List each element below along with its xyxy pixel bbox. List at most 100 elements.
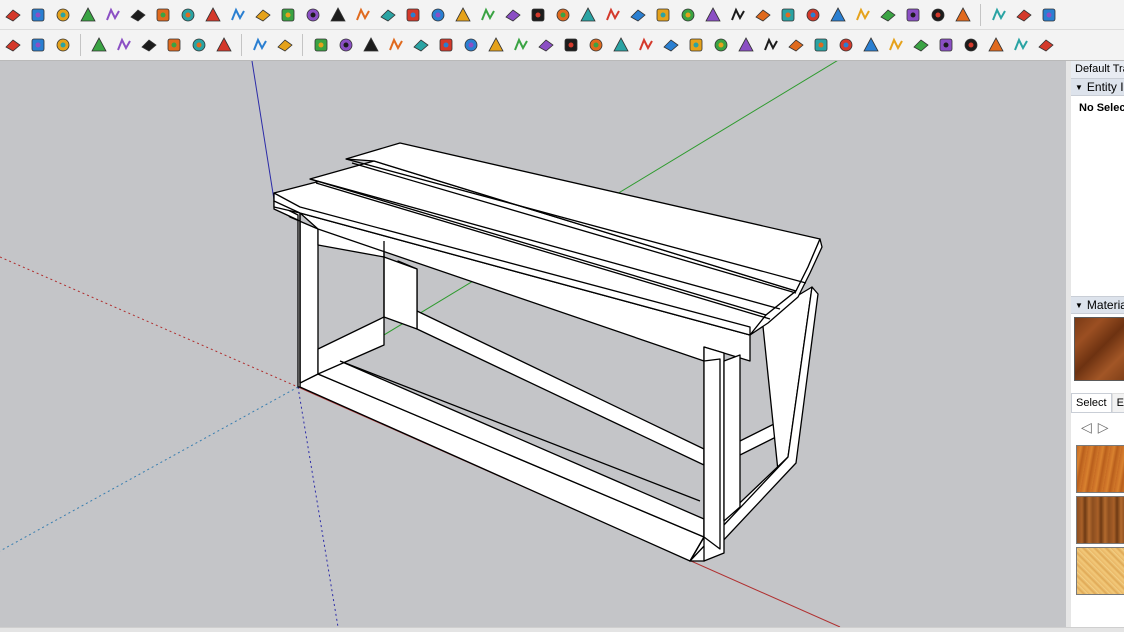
swap-icon[interactable] <box>2 34 24 56</box>
chain-icon[interactable] <box>435 34 457 56</box>
stack-icon[interactable] <box>860 34 882 56</box>
axes-icon[interactable] <box>577 4 599 26</box>
corner-icon[interactable] <box>302 4 324 26</box>
rotate-arc-icon[interactable] <box>152 4 174 26</box>
surface-icon[interactable] <box>77 4 99 26</box>
component-red-icon[interactable] <box>702 4 724 26</box>
add-icon[interactable] <box>352 4 374 26</box>
shell-icon[interactable] <box>810 34 832 56</box>
joint-icon[interactable] <box>935 34 957 56</box>
component-icon[interactable] <box>677 4 699 26</box>
hook-icon[interactable] <box>985 34 1007 56</box>
sphere-icon[interactable] <box>510 34 532 56</box>
sticker-icon[interactable] <box>752 4 774 26</box>
flip-icon[interactable] <box>52 34 74 56</box>
cube-grid-icon[interactable] <box>952 4 974 26</box>
camera-icon[interactable] <box>138 34 160 56</box>
settings-icon[interactable] <box>213 34 235 56</box>
paint-bucket-icon[interactable] <box>2 4 24 26</box>
layer-icon[interactable] <box>27 4 49 26</box>
collapse-triangle-icon[interactable]: ▼ <box>1075 301 1083 310</box>
red-axis-negative <box>0 256 299 388</box>
current-material-preview <box>1074 317 1124 381</box>
bezier-icon[interactable] <box>327 4 349 26</box>
warning-icon[interactable] <box>477 4 499 26</box>
bend-icon[interactable] <box>460 34 482 56</box>
plane-icon[interactable] <box>102 4 124 26</box>
path-icon[interactable] <box>310 34 332 56</box>
cube-b-icon[interactable] <box>1013 4 1035 26</box>
tree-icon[interactable] <box>113 34 135 56</box>
move-cross-icon[interactable] <box>377 4 399 26</box>
eraser-icon[interactable] <box>127 4 149 26</box>
angle-icon[interactable] <box>535 34 557 56</box>
corner-square-icon[interactable] <box>560 34 582 56</box>
cut-icon[interactable] <box>385 34 407 56</box>
sheet-icon[interactable] <box>885 34 907 56</box>
cube-c-icon[interactable] <box>1038 4 1060 26</box>
face-icon[interactable] <box>52 4 74 26</box>
hand-icon[interactable] <box>785 34 807 56</box>
corner-line-icon[interactable] <box>585 34 607 56</box>
box-icon[interactable] <box>602 4 624 26</box>
mirror-icon[interactable] <box>660 34 682 56</box>
tab-edit[interactable]: Edit <box>1111 393 1124 412</box>
bracket-icon[interactable] <box>1010 34 1032 56</box>
puzzle-icon[interactable] <box>652 4 674 26</box>
info-icon[interactable] <box>274 34 296 56</box>
refresh-icon[interactable] <box>27 34 49 56</box>
loop-icon[interactable] <box>502 4 524 26</box>
cloud-icon[interactable] <box>188 34 210 56</box>
sharp-icon[interactable] <box>910 34 932 56</box>
array-icon[interactable] <box>735 34 757 56</box>
pyramid-icon[interactable] <box>427 4 449 26</box>
image-icon[interactable] <box>802 4 824 26</box>
square-block-icon[interactable] <box>1035 34 1057 56</box>
material-swatch-cork[interactable] <box>1076 547 1124 595</box>
cube-a-icon[interactable] <box>988 4 1010 26</box>
fan-icon[interactable] <box>960 34 982 56</box>
entity-info-header[interactable]: ▼Entity Info <box>1071 78 1124 96</box>
lasso-icon[interactable] <box>410 34 432 56</box>
component-pair-icon[interactable] <box>727 4 749 26</box>
circle-icon[interactable] <box>552 4 574 26</box>
scale-icon[interactable] <box>402 4 424 26</box>
grid-icon[interactable] <box>852 4 874 26</box>
left-front-leg <box>273 200 319 384</box>
box-edit-icon[interactable] <box>485 34 507 56</box>
plane-cut-icon[interactable] <box>835 34 857 56</box>
add-circle-icon[interactable] <box>88 34 110 56</box>
house-icon[interactable] <box>252 4 274 26</box>
cylinder-icon[interactable] <box>277 4 299 26</box>
section-icon[interactable] <box>202 4 224 26</box>
forward-arrow-icon[interactable]: ▷ <box>1098 419 1109 437</box>
dots-icon[interactable] <box>777 4 799 26</box>
edit-icon[interactable] <box>360 34 382 56</box>
collapse-triangle-icon[interactable]: ▼ <box>1075 83 1083 92</box>
entity-status: No Selection <box>1079 102 1124 114</box>
bench-model[interactable] <box>273 142 823 562</box>
tab-select[interactable]: Select <box>1071 393 1112 412</box>
texture-icon[interactable] <box>827 4 849 26</box>
comb-icon[interactable] <box>710 34 732 56</box>
model-viewport[interactable] <box>0 61 1066 627</box>
knife-icon[interactable] <box>610 34 632 56</box>
sweep-icon[interactable] <box>635 34 657 56</box>
back-arrow-icon[interactable]: ◁ <box>1081 419 1092 437</box>
vase-icon[interactable] <box>760 34 782 56</box>
flag-icon[interactable] <box>227 4 249 26</box>
material-swatch-wood-light[interactable] <box>1076 445 1124 493</box>
mail-icon[interactable] <box>249 34 271 56</box>
cone-icon[interactable] <box>452 4 474 26</box>
ring-icon[interactable] <box>527 4 549 26</box>
materials-header[interactable]: ▼Materials <box>1071 296 1124 314</box>
close-points-icon[interactable] <box>902 4 924 26</box>
wood-grid-icon[interactable] <box>877 4 899 26</box>
curve-icon[interactable] <box>335 34 357 56</box>
arc-points-icon[interactable] <box>927 4 949 26</box>
checker-icon[interactable] <box>163 34 185 56</box>
fold-icon[interactable] <box>685 34 707 56</box>
material-swatch-wood-dark[interactable] <box>1076 496 1124 544</box>
rectangle-red-icon[interactable] <box>177 4 199 26</box>
undo-arc-icon[interactable] <box>627 4 649 26</box>
